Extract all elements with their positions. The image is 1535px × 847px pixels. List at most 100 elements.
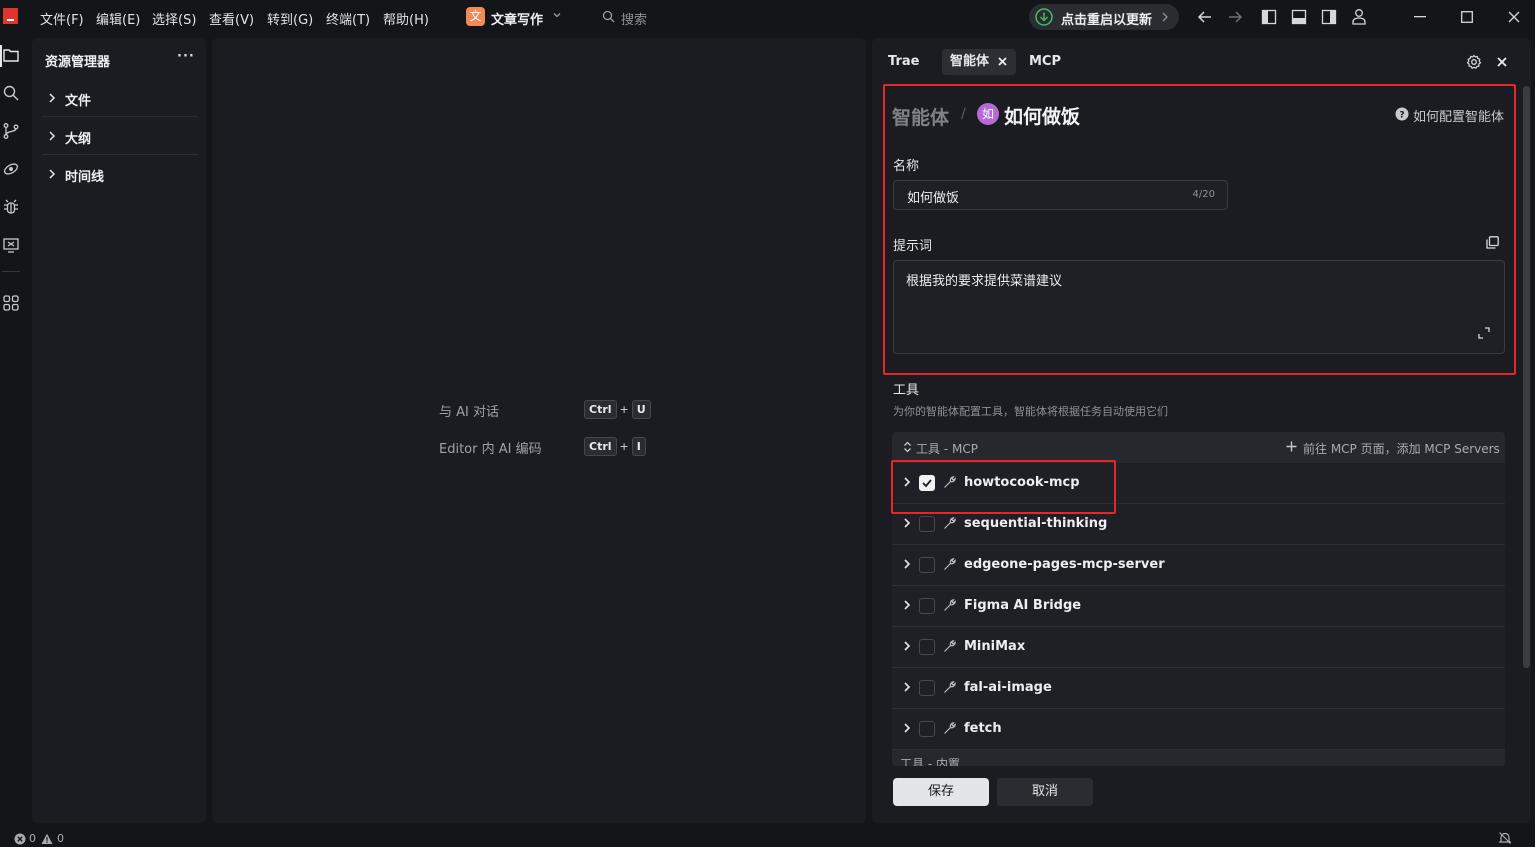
chevron-right-icon[interactable] [903,559,911,569]
warning-count[interactable]: 0 [57,832,64,845]
name-field[interactable]: 如何做饭 4/20 [893,180,1228,210]
maximize-icon[interactable] [1461,11,1473,23]
remote-icon[interactable] [2,160,20,178]
chevron-right-icon[interactable] [903,641,911,651]
agent-title: 如何做饭 [1004,106,1081,128]
tab-agent[interactable]: 智能体 [942,49,1016,75]
project-badge[interactable]: 文 [466,7,485,26]
key-i: I [631,437,646,456]
copy-icon[interactable] [1486,236,1499,249]
save-button[interactable]: 保存 [893,778,989,806]
tools-description: 为你的智能体配置工具，智能体将根据任务自动使用它们 [893,405,1168,418]
settings-icon[interactable] [1466,54,1482,70]
scrollbar-thumb[interactable] [1523,86,1530,668]
chevron-right-icon [48,169,56,179]
wrench-icon [943,680,957,694]
toggle-sidebar-icon[interactable] [1261,9,1277,25]
chevron-right-icon[interactable] [903,477,911,487]
add-mcp-link[interactable]: 前往 MCP 页面，添加 MCP Servers [1303,440,1500,457]
help-link[interactable]: 如何配置智能体 [1413,106,1504,125]
mcp-row[interactable]: Figma AI Bridge [892,586,1505,627]
hint-chat-shortcut: Ctrl + U [584,400,651,419]
chevron-right-icon[interactable] [903,600,911,610]
tools-builtin-title: 工具 - 内置 [900,757,960,766]
mcp-checkbox[interactable] [919,475,935,491]
menu-selection[interactable]: 选择(S) [152,9,196,28]
mcp-checkbox[interactable] [919,639,935,655]
mcp-row[interactable]: MiniMax [892,627,1505,668]
tree-item-label: 时间线 [65,170,105,185]
tab-trae[interactable]: Trae [888,49,919,75]
menu-terminal[interactable]: 终端(T) [326,9,370,28]
chevron-right-icon[interactable] [903,518,911,528]
tree-item-files[interactable]: 文件 [42,79,198,117]
mcp-row[interactable]: fal-ai-image [892,668,1505,709]
extensions-icon[interactable] [2,294,20,312]
chevron-right-icon[interactable] [903,723,911,733]
expand-icon[interactable] [1478,327,1490,339]
menu-edit[interactable]: 编辑(E) [96,9,140,28]
tree-item-outline[interactable]: 大纲 [42,117,198,155]
account-icon[interactable] [1351,8,1367,25]
menu-view[interactable]: 查看(V) [209,9,254,28]
wrench-icon [943,516,957,530]
chevron-down-icon[interactable] [552,10,562,20]
close-window-icon[interactable] [1508,11,1520,23]
toggle-panel-icon[interactable] [1291,9,1307,25]
update-button[interactable]: 点击重启以更新 [1029,4,1179,30]
tab-agent-label: 智能体 [950,54,990,69]
search-icon[interactable] [602,10,615,23]
mcp-row[interactable]: fetch [892,709,1505,750]
mcp-checkbox[interactable] [919,721,935,737]
error-icon[interactable] [14,833,26,845]
project-name[interactable]: 文章写作 [491,9,543,28]
mcp-checkbox[interactable] [919,680,935,696]
warning-icon[interactable] [41,833,53,845]
breadcrumb-root[interactable]: 智能体 [892,103,949,130]
chevron-right-icon[interactable] [903,682,911,692]
prompt-textarea[interactable]: 根据我的要求提供菜谱建议 [893,260,1505,354]
debug-icon[interactable] [2,198,20,216]
menu-help[interactable]: 帮助(H) [383,9,429,28]
error-count[interactable]: 0 [29,832,36,845]
source-control-icon[interactable] [2,122,20,140]
mcp-name: sequential-thinking [964,516,1108,531]
search-input[interactable]: 搜索 [621,9,647,28]
notifications-off-icon[interactable] [1498,831,1512,845]
explorer-icon[interactable] [2,46,20,64]
mcp-name: fetch [964,721,1002,736]
mcp-name: Figma AI Bridge [964,598,1082,613]
key-ctrl: Ctrl [584,400,617,419]
mcp-checkbox[interactable] [919,598,935,614]
key-ctrl: Ctrl [584,437,617,456]
mcp-row[interactable]: sequential-thinking [892,504,1505,545]
mcp-checkbox[interactable] [919,557,935,573]
menu-file[interactable]: 文件(F) [40,9,84,28]
mcp-checkbox[interactable] [919,516,935,532]
minimize-icon[interactable] [1414,16,1426,18]
mcp-row[interactable]: howtocook-mcp [892,463,1505,504]
more-actions-icon[interactable]: ··· [177,49,195,64]
close-tab-icon[interactable] [998,57,1007,66]
search-icon[interactable] [2,84,20,102]
close-panel-icon[interactable] [1497,57,1507,67]
toggle-secondary-sidebar-icon[interactable] [1321,9,1337,25]
editor-area: 与 AI 对话 Ctrl + U Editor 内 AI 编码 Ctrl + I [212,38,866,823]
preview-icon[interactable] [2,236,20,254]
help-icon: ? [1395,107,1409,121]
mcp-name: fal-ai-image [964,680,1052,695]
back-arrow-icon[interactable] [1197,10,1213,24]
cancel-button[interactable]: 取消 [997,778,1093,806]
sort-icon[interactable] [903,441,912,453]
agent-avatar: 如 [977,103,999,125]
explorer-title: 资源管理器 [45,55,111,70]
divider [2,271,20,272]
chevron-right-icon [1161,12,1169,22]
tree-item-timeline[interactable]: 时间线 [42,155,198,193]
mcp-row[interactable]: edgeone-pages-mcp-server [892,545,1505,586]
tree-item-label: 大纲 [65,132,92,147]
forward-arrow-icon[interactable] [1227,10,1243,24]
plus-icon[interactable] [1286,441,1297,452]
menu-goto[interactable]: 转到(G) [267,9,313,28]
tab-mcp[interactable]: MCP [1029,49,1061,75]
